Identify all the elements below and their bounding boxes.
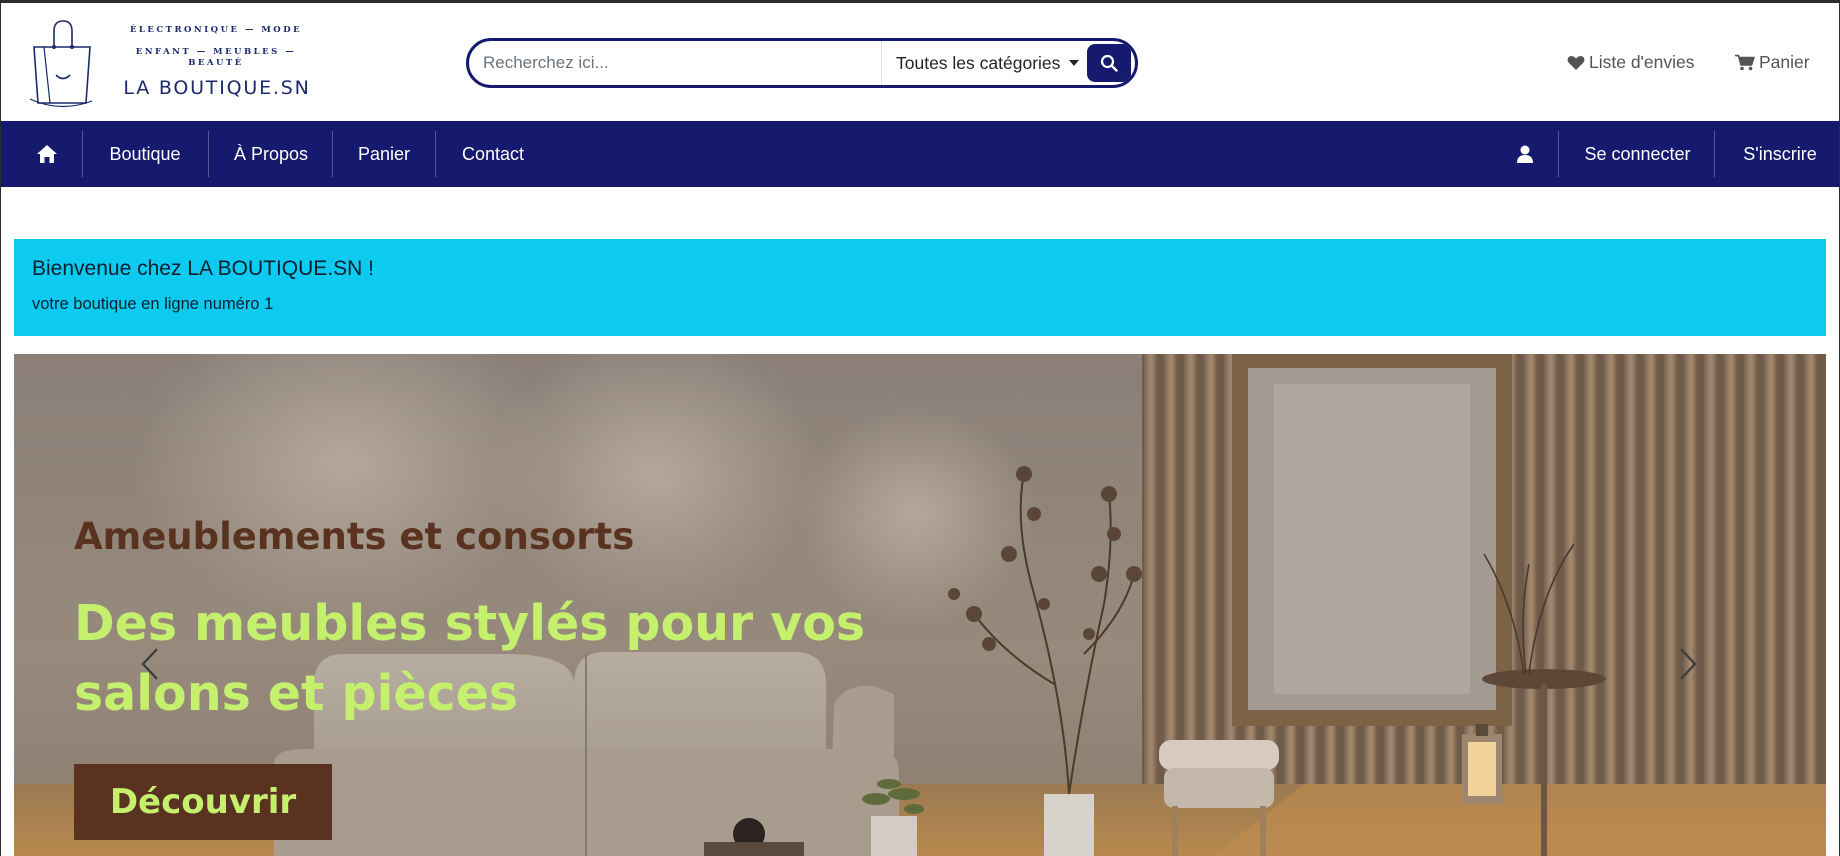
brand-logo[interactable]: ÉLECTRONIQUE — MODE ENFANT — MEUBLES — B… [30,15,320,111]
nav-divider [208,131,209,177]
nav-divider [435,131,436,177]
window-left-border [0,0,1,856]
wishlist-label: Liste d'envies [1589,52,1695,72]
nav-divider [1558,131,1559,177]
nav-home[interactable] [24,121,70,187]
nav-item-panier[interactable]: Panier [344,121,424,187]
search-button[interactable] [1087,44,1131,82]
welcome-title: Bienvenue chez LA BOUTIQUE.SN ! [32,257,374,280]
home-icon [37,145,57,163]
chevron-left-icon [141,648,158,680]
nav-item-boutique[interactable]: Boutique [94,121,196,187]
hero-carousel: Ameublements et consorts Des meubles sty… [14,354,1826,856]
wishlist-link[interactable]: Liste d'envies [1567,52,1695,73]
search-input[interactable] [469,41,879,85]
brand-name: LA BOUTIQUE.SN [123,77,311,99]
brand-tagline-categories: ENFANT — MEUBLES — BEAUTÉ [135,47,297,68]
carousel-next-button[interactable] [1658,634,1718,694]
nav-divider [1714,131,1715,177]
chevron-right-icon [1680,648,1697,680]
search-bar: Toutes les catégories [466,38,1138,88]
carousel-prev-button[interactable] [120,634,180,694]
user-icon [1517,145,1533,163]
welcome-subtitle: votre boutique en ligne numéro 1 [32,295,274,313]
welcome-alert: Bienvenue chez LA BOUTIQUE.SN ! votre bo… [14,239,1826,336]
cart-icon [1735,54,1755,71]
site-header: ÉLECTRONIQUE — MODE ENFANT — MEUBLES — B… [0,3,1840,121]
caret-down-icon [1069,60,1080,66]
nav-divider [82,131,83,177]
cart-label: Panier [1759,52,1810,72]
heart-icon [1567,55,1585,70]
nav-divider [332,131,333,177]
nav-item-contact[interactable]: Contact [448,121,538,187]
shopping-bag-icon [30,20,93,108]
cart-link[interactable]: Panier [1735,52,1810,73]
main-navbar: Boutique À Propos Panier Contact Se conn… [0,121,1840,187]
nav-item-a-propos[interactable]: À Propos [220,121,322,187]
category-dropdown[interactable]: Toutes les catégories [881,41,1091,85]
slide-kicker: Ameublements et consorts [74,515,635,558]
user-account-button[interactable] [1508,121,1542,187]
login-link[interactable]: Se connecter [1570,121,1705,187]
category-dropdown-label: Toutes les catégories [896,52,1061,73]
discover-button[interactable]: Découvrir [74,764,332,840]
slide-title: Des meubles stylés pour vos salons et pi… [74,595,866,722]
brand-tagline: ÉLECTRONIQUE — MODE [129,25,303,35]
search-icon [1100,54,1118,72]
signup-link[interactable]: S'inscrire [1730,121,1830,187]
